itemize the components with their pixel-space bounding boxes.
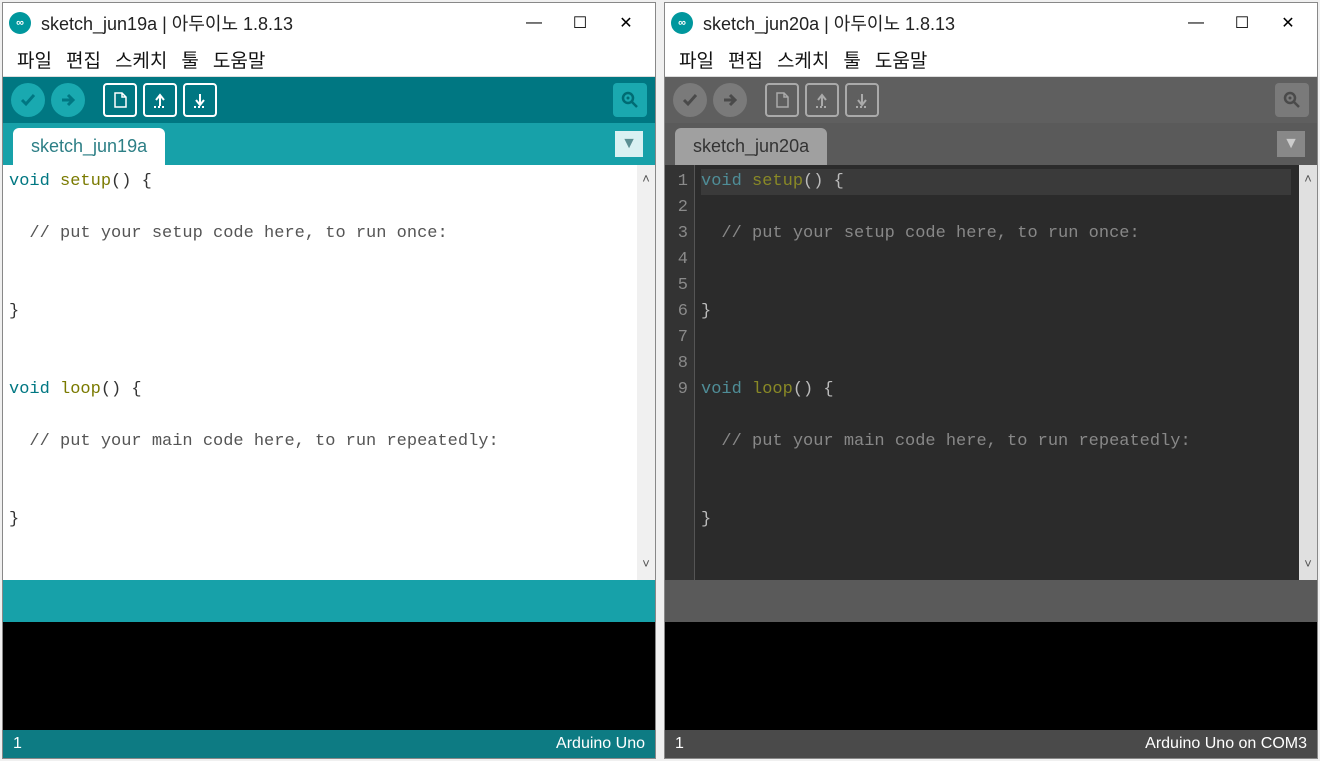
maximize-button[interactable]: ☐ [1219, 3, 1265, 43]
code-area[interactable]: void setup() { // put your setup code he… [695, 165, 1299, 580]
status-bar: 1 Arduino Uno on COM3 [665, 730, 1317, 758]
toolbar [3, 77, 655, 123]
code-line[interactable]: void loop() { [701, 377, 1291, 403]
status-line-number: 1 [675, 735, 684, 753]
scroll-up-icon[interactable]: ˄ [1304, 167, 1312, 193]
open-button[interactable] [805, 83, 839, 117]
message-bar [3, 580, 655, 622]
vertical-scrollbar[interactable]: ˄ ˅ [1299, 165, 1317, 580]
status-board-info: Arduino Uno on COM3 [1145, 735, 1307, 753]
verify-button[interactable] [11, 83, 45, 117]
check-icon [18, 90, 38, 110]
arrow-down-icon [191, 91, 209, 109]
serial-monitor-button[interactable] [1275, 83, 1309, 117]
sketch-tab[interactable]: sketch_jun19a [13, 128, 165, 165]
message-bar [665, 580, 1317, 622]
file-icon [773, 91, 791, 109]
new-button[interactable] [765, 83, 799, 117]
minimize-button[interactable]: — [511, 3, 557, 43]
window-title: sketch_jun20a | 아두이노 1.8.13 [703, 10, 1173, 36]
upload-button[interactable] [713, 83, 747, 117]
scroll-down-icon[interactable]: ˅ [1304, 552, 1312, 578]
menu-help[interactable]: 도움말 [213, 46, 265, 73]
status-board-info: Arduino Uno [556, 735, 645, 753]
code-line[interactable]: } [9, 299, 629, 325]
menu-help[interactable]: 도움말 [875, 46, 927, 73]
upload-button[interactable] [51, 83, 85, 117]
tab-menu-button[interactable]: ▼ [615, 131, 643, 157]
code-line[interactable]: // put your main code here, to run repea… [701, 429, 1291, 455]
arrow-right-icon [720, 90, 740, 110]
code-line[interactable]: // put your setup code here, to run once… [701, 221, 1291, 247]
arrow-up-icon [151, 91, 169, 109]
arduino-logo-icon: ∞ [9, 12, 31, 34]
code-line[interactable]: } [701, 299, 1291, 325]
arrow-right-icon [58, 90, 78, 110]
serial-monitor-button[interactable] [613, 83, 647, 117]
line-number-gutter: 123456789 [665, 165, 695, 580]
tab-menu-button[interactable]: ▼ [1277, 131, 1305, 157]
titlebar[interactable]: ∞ sketch_jun19a | 아두이노 1.8.13 — ☐ ✕ [3, 3, 655, 43]
window-title: sketch_jun19a | 아두이노 1.8.13 [41, 10, 511, 36]
save-button[interactable] [183, 83, 217, 117]
verify-button[interactable] [673, 83, 707, 117]
check-icon [680, 90, 700, 110]
sketch-tab[interactable]: sketch_jun20a [675, 128, 827, 165]
arduino-window-dark: ∞ sketch_jun20a | 아두이노 1.8.13 — ☐ ✕ 파일 편… [664, 2, 1318, 759]
arrow-up-icon [813, 91, 831, 109]
menu-sketch[interactable]: 스케치 [115, 46, 167, 73]
code-area[interactable]: void setup() { // put your setup code he… [3, 165, 637, 580]
titlebar[interactable]: ∞ sketch_jun20a | 아두이노 1.8.13 — ☐ ✕ [665, 3, 1317, 43]
menu-file[interactable]: 파일 [17, 46, 52, 73]
arrow-down-icon [853, 91, 871, 109]
vertical-scrollbar[interactable]: ˄ ˅ [637, 165, 655, 580]
console[interactable] [665, 622, 1317, 730]
menu-edit[interactable]: 편집 [728, 46, 763, 73]
close-button[interactable]: ✕ [1265, 3, 1311, 43]
save-button[interactable] [845, 83, 879, 117]
scroll-down-icon[interactable]: ˅ [642, 552, 650, 578]
console[interactable] [3, 622, 655, 730]
menu-bar: 파일 편집 스케치 툴 도움말 [665, 43, 1317, 77]
toolbar [665, 77, 1317, 123]
code-line[interactable]: void setup() { [701, 169, 1291, 195]
menu-edit[interactable]: 편집 [66, 46, 101, 73]
status-line-number: 1 [13, 735, 22, 753]
search-icon [620, 90, 640, 110]
search-icon [1282, 90, 1302, 110]
close-button[interactable]: ✕ [603, 3, 649, 43]
code-line[interactable]: // put your main code here, to run repea… [9, 429, 629, 455]
menu-tools[interactable]: 툴 [181, 46, 198, 73]
code-editor[interactable]: 123456789 void setup() { // put your set… [665, 165, 1317, 580]
arduino-window-light: ∞ sketch_jun19a | 아두이노 1.8.13 — ☐ ✕ 파일 편… [2, 2, 656, 759]
code-line[interactable]: } [701, 507, 1291, 533]
minimize-button[interactable]: — [1173, 3, 1219, 43]
file-icon [111, 91, 129, 109]
status-bar: 1 Arduino Uno [3, 730, 655, 758]
menu-bar: 파일 편집 스케치 툴 도움말 [3, 43, 655, 77]
code-line[interactable]: } [9, 507, 629, 533]
arduino-logo-icon: ∞ [671, 12, 693, 34]
menu-file[interactable]: 파일 [679, 46, 714, 73]
scroll-up-icon[interactable]: ˄ [642, 167, 650, 193]
code-line[interactable]: void loop() { [9, 377, 629, 403]
code-editor[interactable]: void setup() { // put your setup code he… [3, 165, 655, 580]
menu-tools[interactable]: 툴 [843, 46, 860, 73]
open-button[interactable] [143, 83, 177, 117]
tab-bar: sketch_jun20a ▼ [665, 123, 1317, 165]
menu-sketch[interactable]: 스케치 [777, 46, 829, 73]
code-line[interactable]: void setup() { [9, 169, 629, 195]
tab-bar: sketch_jun19a ▼ [3, 123, 655, 165]
maximize-button[interactable]: ☐ [557, 3, 603, 43]
code-line[interactable]: // put your setup code here, to run once… [9, 221, 629, 247]
new-button[interactable] [103, 83, 137, 117]
